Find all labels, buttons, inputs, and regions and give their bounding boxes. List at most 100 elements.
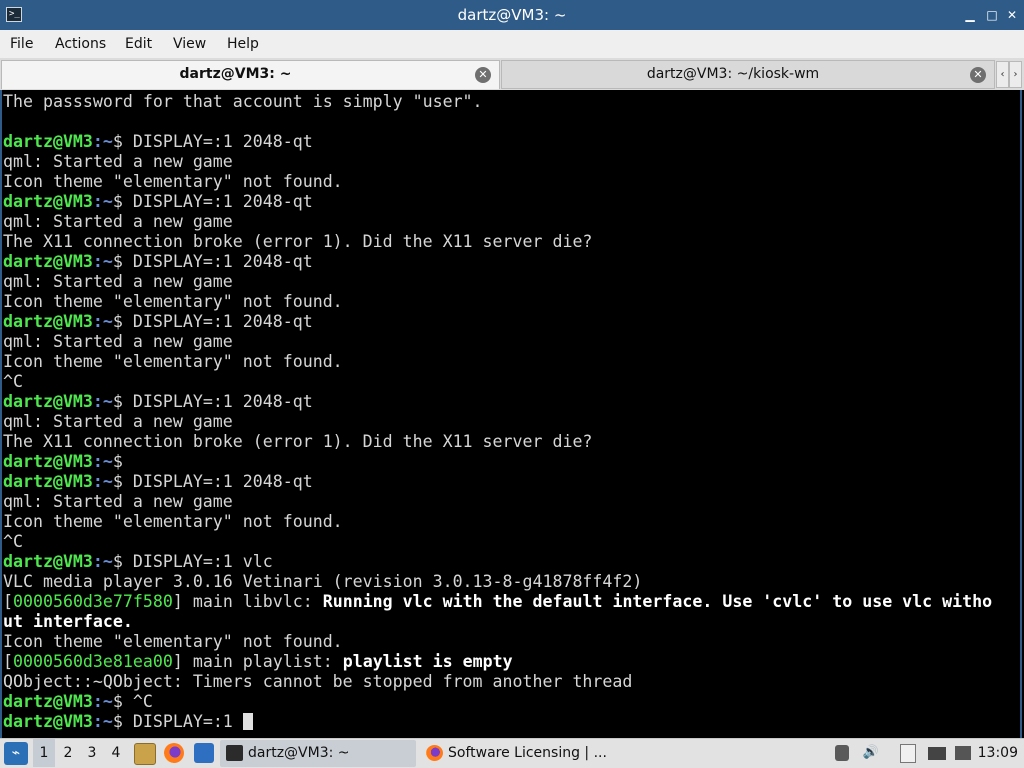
terminal-line: Icon theme "elementary" not found.: [3, 512, 992, 532]
terminal-line: qml: Started a new game: [3, 272, 992, 292]
workspace-4[interactable]: 4: [105, 739, 127, 767]
tab-close-icon[interactable]: ✕: [475, 67, 491, 83]
command-text: DISPLAY=:1 2048-qt: [132, 392, 313, 411]
terminal-line: dartz@VM3:~$ DISPLAY=:1: [3, 712, 992, 732]
workspace-1[interactable]: 1: [33, 739, 55, 767]
prompt-path: :~: [92, 132, 113, 151]
clipboard-icon[interactable]: [900, 744, 916, 763]
maximize-icon[interactable]: □: [984, 7, 1000, 23]
bracket: ]: [172, 652, 183, 671]
command-text: DISPLAY=:1: [132, 712, 243, 731]
tab-bar: dartz@VM3: ~ ✕ dartz@VM3: ~/kiosk-wm ✕ ‹…: [0, 58, 1024, 90]
output-text: qml: Started a new game: [3, 332, 233, 351]
prompt-user: dartz@VM3: [3, 712, 93, 731]
terminal-line: qml: Started a new game: [3, 152, 992, 172]
menu-view[interactable]: View: [173, 30, 206, 58]
terminal-line: The X11 connection broke (error 1). Did …: [3, 432, 992, 452]
terminal-output: The passsword for that account is simply…: [3, 92, 992, 732]
tab-kiosk-wm[interactable]: dartz@VM3: ~/kiosk-wm ✕: [501, 60, 995, 89]
terminal-line: The X11 connection broke (error 1). Did …: [3, 232, 992, 252]
output-text: Icon theme "elementary" not found.: [3, 352, 343, 371]
terminal-icon: [226, 745, 243, 761]
prompt-path: :~: [92, 712, 113, 731]
task-firefox[interactable]: Software Licensing | ...: [420, 740, 616, 767]
prompt-user: dartz@VM3: [3, 312, 93, 331]
tab-scroll-left-icon[interactable]: ‹: [996, 61, 1009, 88]
tab-label: dartz@VM3: ~/kiosk-wm: [646, 66, 820, 82]
terminal-line: ^C: [3, 532, 992, 552]
text-cursor: [242, 713, 253, 730]
menu-edit[interactable]: Edit: [125, 30, 152, 58]
prompt-symbol: $: [112, 312, 133, 331]
command-text: DISPLAY=:1 2048-qt: [132, 192, 313, 211]
menu-file[interactable]: File: [10, 30, 33, 58]
terminal-line: [0000560d3e81ea00] main playlist: playli…: [3, 652, 992, 672]
prompt-user: dartz@VM3: [3, 252, 93, 271]
command-text: DISPLAY=:1 2048-qt: [132, 312, 313, 331]
tab-home[interactable]: dartz@VM3: ~ ✕: [1, 60, 500, 89]
terminal-line: dartz@VM3:~$ DISPLAY=:1 2048-qt: [3, 252, 992, 272]
terminal-line: ^C: [3, 372, 992, 392]
terminal-line: VLC media player 3.0.16 Vetinari (revisi…: [3, 572, 992, 592]
prompt-symbol: $: [112, 552, 133, 571]
window-titlebar[interactable]: >_ dartz@VM3: ~ ▁ □ ✕: [0, 0, 1024, 30]
taskbar: ⌁ 1 2 3 4 dartz@VM3: ~ Software Licensin…: [0, 738, 1024, 768]
output-text: qml: Started a new game: [3, 412, 233, 431]
prompt-user: dartz@VM3: [3, 392, 93, 411]
terminal-line: Icon theme "elementary" not found.: [3, 172, 992, 192]
window-title: dartz@VM3: ~: [457, 6, 567, 24]
log-address: 0000560d3e81ea00: [13, 652, 173, 671]
prompt-user: dartz@VM3: [3, 132, 93, 151]
terminal-line: [0000560d3e77f580] main libvlc: Running …: [3, 592, 992, 612]
output-text: ^C: [3, 532, 23, 551]
desktop-icon[interactable]: [194, 743, 214, 763]
terminal-line: dartz@VM3:~$ DISPLAY=:1 2048-qt: [3, 472, 992, 492]
bracket: ]: [172, 592, 183, 611]
prompt-path: :~: [92, 252, 113, 271]
output-text: The X11 connection broke (error 1). Did …: [3, 232, 593, 251]
task-label: Software Licensing | ...: [448, 745, 607, 761]
prompt-symbol: $: [112, 132, 133, 151]
output-text: ^C: [3, 372, 23, 391]
command-text: DISPLAY=:1 2048-qt: [132, 252, 313, 271]
menu-actions[interactable]: Actions: [55, 30, 106, 58]
firefox-launcher-icon[interactable]: [164, 743, 184, 763]
file-manager-icon[interactable]: [134, 743, 156, 765]
output-text: qml: Started a new game: [3, 152, 233, 171]
prompt-symbol: $: [112, 252, 133, 271]
workspace-3[interactable]: 3: [81, 739, 103, 767]
minimize-icon[interactable]: ▁: [962, 7, 978, 23]
tab-scroll-right-icon[interactable]: ›: [1009, 61, 1022, 88]
start-menu-icon[interactable]: ⌁: [4, 742, 28, 765]
command-text: ^C: [132, 692, 153, 711]
prompt-symbol: $: [112, 712, 133, 731]
prompt-path: :~: [92, 472, 113, 491]
prompt-user: dartz@VM3: [3, 692, 93, 711]
prompt-user: dartz@VM3: [3, 192, 93, 211]
network-icon[interactable]: [835, 745, 849, 761]
menu-help[interactable]: Help: [227, 30, 259, 58]
terminal-line: Icon theme "elementary" not found.: [3, 632, 992, 652]
output-text: The passsword for that account is simply…: [3, 92, 483, 111]
terminal-view[interactable]: The passsword for that account is simply…: [0, 90, 1022, 738]
prompt-path: :~: [92, 392, 113, 411]
volume-icon[interactable]: 🔊: [862, 744, 880, 762]
task-terminal[interactable]: dartz@VM3: ~: [220, 740, 416, 767]
notifications-icon[interactable]: [955, 746, 971, 760]
close-icon[interactable]: ✕: [1004, 7, 1020, 23]
command-text: DISPLAY=:1 vlc: [132, 552, 273, 571]
prompt-symbol: $: [112, 452, 133, 471]
tab-label: dartz@VM3: ~: [179, 66, 292, 82]
output-text: Icon theme "elementary" not found.: [3, 632, 343, 651]
terminal-line: qml: Started a new game: [3, 412, 992, 432]
bracket: [: [3, 592, 13, 611]
prompt-symbol: $: [112, 192, 133, 211]
display-icon[interactable]: [928, 747, 946, 760]
log-address: 0000560d3e77f580: [13, 592, 173, 611]
output-text: Icon theme "elementary" not found.: [3, 512, 343, 531]
prompt-symbol: $: [112, 472, 133, 491]
tab-close-icon[interactable]: ✕: [970, 67, 986, 83]
log-message: Running vlc with the default interface. …: [322, 592, 993, 611]
workspace-2[interactable]: 2: [57, 739, 79, 767]
terminal-line: QObject::~QObject: Timers cannot be stop…: [3, 672, 992, 692]
